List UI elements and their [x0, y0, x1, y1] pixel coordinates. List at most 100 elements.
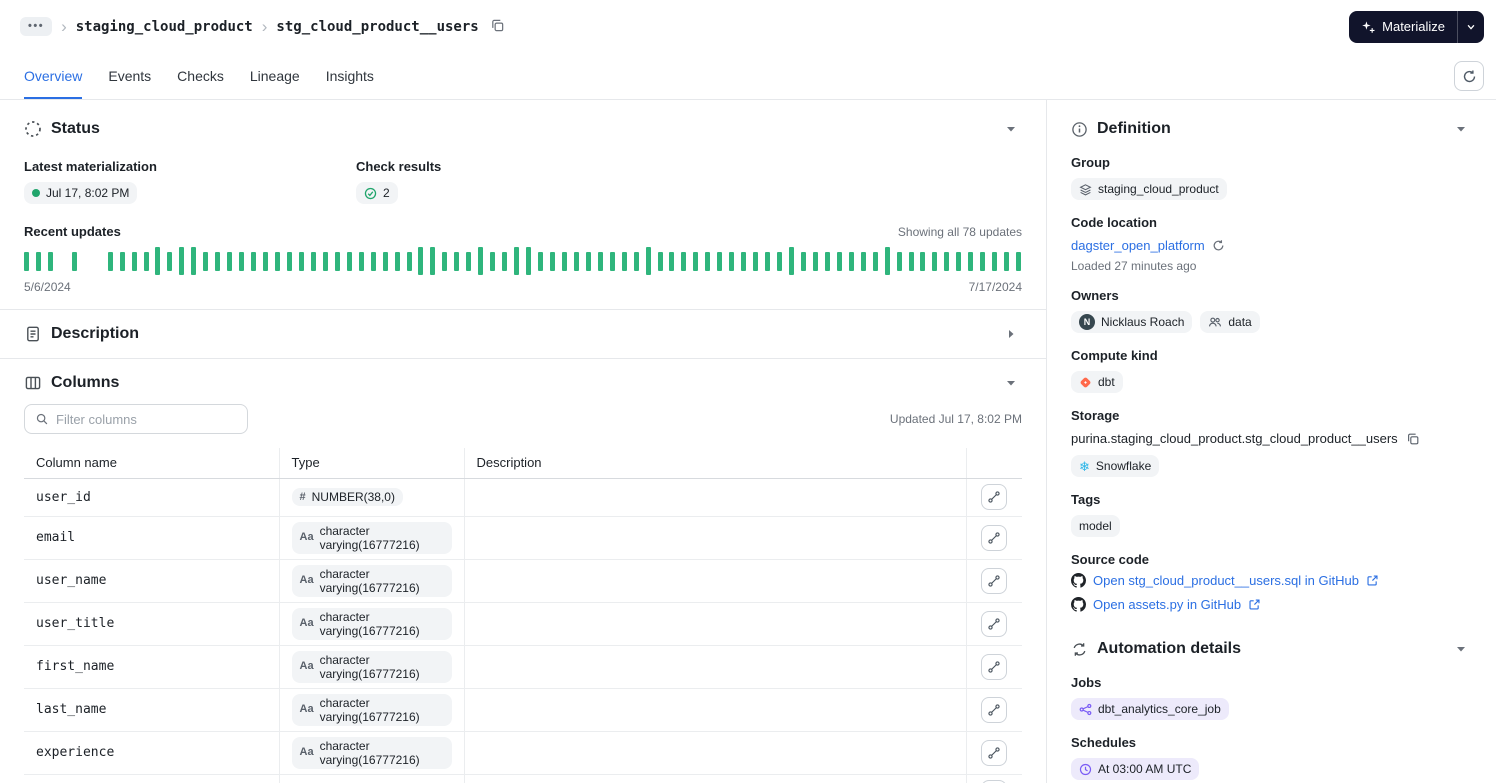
column-lineage-button[interactable]: [981, 567, 1008, 594]
update-bar[interactable]: [310, 251, 316, 271]
update-bar[interactable]: [346, 251, 352, 271]
update-bar[interactable]: [24, 251, 29, 271]
update-bar[interactable]: [322, 251, 328, 271]
column-lineage-button[interactable]: [981, 739, 1008, 766]
update-bar[interactable]: [239, 251, 245, 271]
update-bar[interactable]: [573, 251, 579, 271]
status-collapse-button[interactable]: [1000, 118, 1022, 140]
update-bar[interactable]: [968, 251, 974, 271]
update-bar[interactable]: [980, 251, 986, 271]
materialize-button[interactable]: Materialize: [1349, 11, 1457, 43]
compute-kind-badge[interactable]: dbt: [1071, 371, 1123, 393]
update-bar[interactable]: [645, 247, 651, 275]
update-bar[interactable]: [609, 251, 615, 271]
tab[interactable]: Lineage: [250, 53, 300, 99]
copy-asset-key-button[interactable]: [488, 16, 507, 38]
update-bar[interactable]: [789, 247, 794, 275]
update-bar[interactable]: [848, 251, 854, 271]
update-bar[interactable]: [131, 251, 137, 271]
owner-user-badge[interactable]: N Nicklaus Roach: [1071, 311, 1193, 333]
breadcrumb-group-link[interactable]: staging_cloud_product: [76, 19, 253, 35]
update-bar[interactable]: [526, 247, 532, 275]
update-bar[interactable]: [155, 247, 161, 275]
column-lineage-button[interactable]: [981, 484, 1008, 510]
update-bar[interactable]: [777, 251, 783, 271]
storage-kind-badge[interactable]: ❄ Snowflake: [1071, 455, 1160, 477]
update-bar[interactable]: [215, 251, 221, 271]
update-bar[interactable]: [430, 247, 436, 275]
update-bar[interactable]: [454, 251, 460, 271]
automation-collapse-button[interactable]: [1450, 638, 1472, 660]
update-bar[interactable]: [1004, 251, 1010, 271]
update-bar[interactable]: [812, 251, 818, 271]
update-bar[interactable]: [442, 251, 448, 271]
update-bar[interactable]: [119, 251, 125, 271]
update-bar[interactable]: [884, 247, 890, 275]
column-lineage-button[interactable]: [981, 524, 1008, 551]
update-bar[interactable]: [920, 251, 926, 271]
update-bar[interactable]: [478, 247, 484, 275]
update-bar[interactable]: [382, 251, 388, 271]
check-results-badge[interactable]: 2: [356, 182, 398, 204]
tab[interactable]: Checks: [177, 53, 224, 99]
update-bar[interactable]: [872, 251, 878, 271]
update-bar[interactable]: [466, 251, 472, 271]
copy-storage-button[interactable]: [1406, 432, 1420, 446]
update-bar[interactable]: [35, 251, 41, 271]
update-bar[interactable]: [263, 251, 269, 271]
update-bar[interactable]: [621, 251, 627, 271]
update-bar[interactable]: [227, 251, 233, 271]
update-bar[interactable]: [358, 251, 364, 271]
update-bar[interactable]: [800, 251, 806, 271]
job-badge[interactable]: dbt_analytics_core_job: [1071, 698, 1229, 720]
update-bar[interactable]: [717, 251, 723, 271]
source-code-link[interactable]: Open assets.py in GitHub: [1071, 597, 1472, 612]
update-bar[interactable]: [549, 251, 555, 271]
update-bar[interactable]: [669, 251, 675, 271]
update-bar[interactable]: [956, 251, 962, 271]
update-bar[interactable]: [944, 251, 950, 271]
breadcrumb-more-button[interactable]: •••: [20, 17, 53, 36]
code-location-link[interactable]: dagster_open_platform: [1071, 238, 1205, 253]
update-bar[interactable]: [896, 251, 902, 271]
schedule-badge[interactable]: At 03:00 AM UTC: [1071, 758, 1200, 780]
update-bar[interactable]: [705, 251, 711, 271]
update-bar[interactable]: [908, 251, 914, 271]
tag-badge[interactable]: model: [1071, 515, 1120, 537]
update-bar[interactable]: [860, 251, 866, 271]
update-bar[interactable]: [502, 251, 508, 271]
update-bar[interactable]: [418, 247, 424, 275]
update-bar[interactable]: [275, 251, 281, 271]
tab[interactable]: Overview: [24, 53, 83, 99]
update-bar[interactable]: [203, 251, 209, 271]
definition-collapse-button[interactable]: [1450, 118, 1472, 140]
refresh-button[interactable]: [1454, 61, 1484, 91]
update-bar[interactable]: [585, 251, 591, 271]
update-bar[interactable]: [143, 251, 149, 271]
update-bar[interactable]: [490, 251, 496, 271]
update-bar[interactable]: [286, 251, 292, 271]
update-bar[interactable]: [514, 247, 520, 275]
update-bar[interactable]: [693, 251, 699, 271]
update-bar[interactable]: [729, 251, 735, 271]
update-bar[interactable]: [657, 251, 663, 271]
update-bar[interactable]: [406, 251, 412, 271]
source-code-link[interactable]: Open stg_cloud_product__users.sql in Git…: [1071, 573, 1472, 588]
update-bar[interactable]: [251, 251, 257, 271]
update-bar[interactable]: [836, 251, 842, 271]
column-lineage-button[interactable]: [981, 696, 1008, 723]
update-bar[interactable]: [191, 247, 197, 275]
update-bar[interactable]: [298, 251, 304, 271]
owner-team-badge[interactable]: data: [1200, 311, 1260, 333]
update-bar[interactable]: [597, 251, 603, 271]
update-bar[interactable]: [741, 251, 747, 271]
reload-code-location-button[interactable]: [1212, 239, 1225, 252]
tab[interactable]: Events: [108, 53, 151, 99]
update-bar[interactable]: [932, 251, 938, 271]
update-bar[interactable]: [753, 251, 759, 271]
update-bar[interactable]: [992, 251, 998, 271]
latest-materialization-badge[interactable]: Jul 17, 8:02 PM: [24, 182, 138, 204]
update-bar[interactable]: [824, 251, 830, 271]
update-bar[interactable]: [334, 251, 340, 271]
group-badge[interactable]: staging_cloud_product: [1071, 178, 1227, 200]
